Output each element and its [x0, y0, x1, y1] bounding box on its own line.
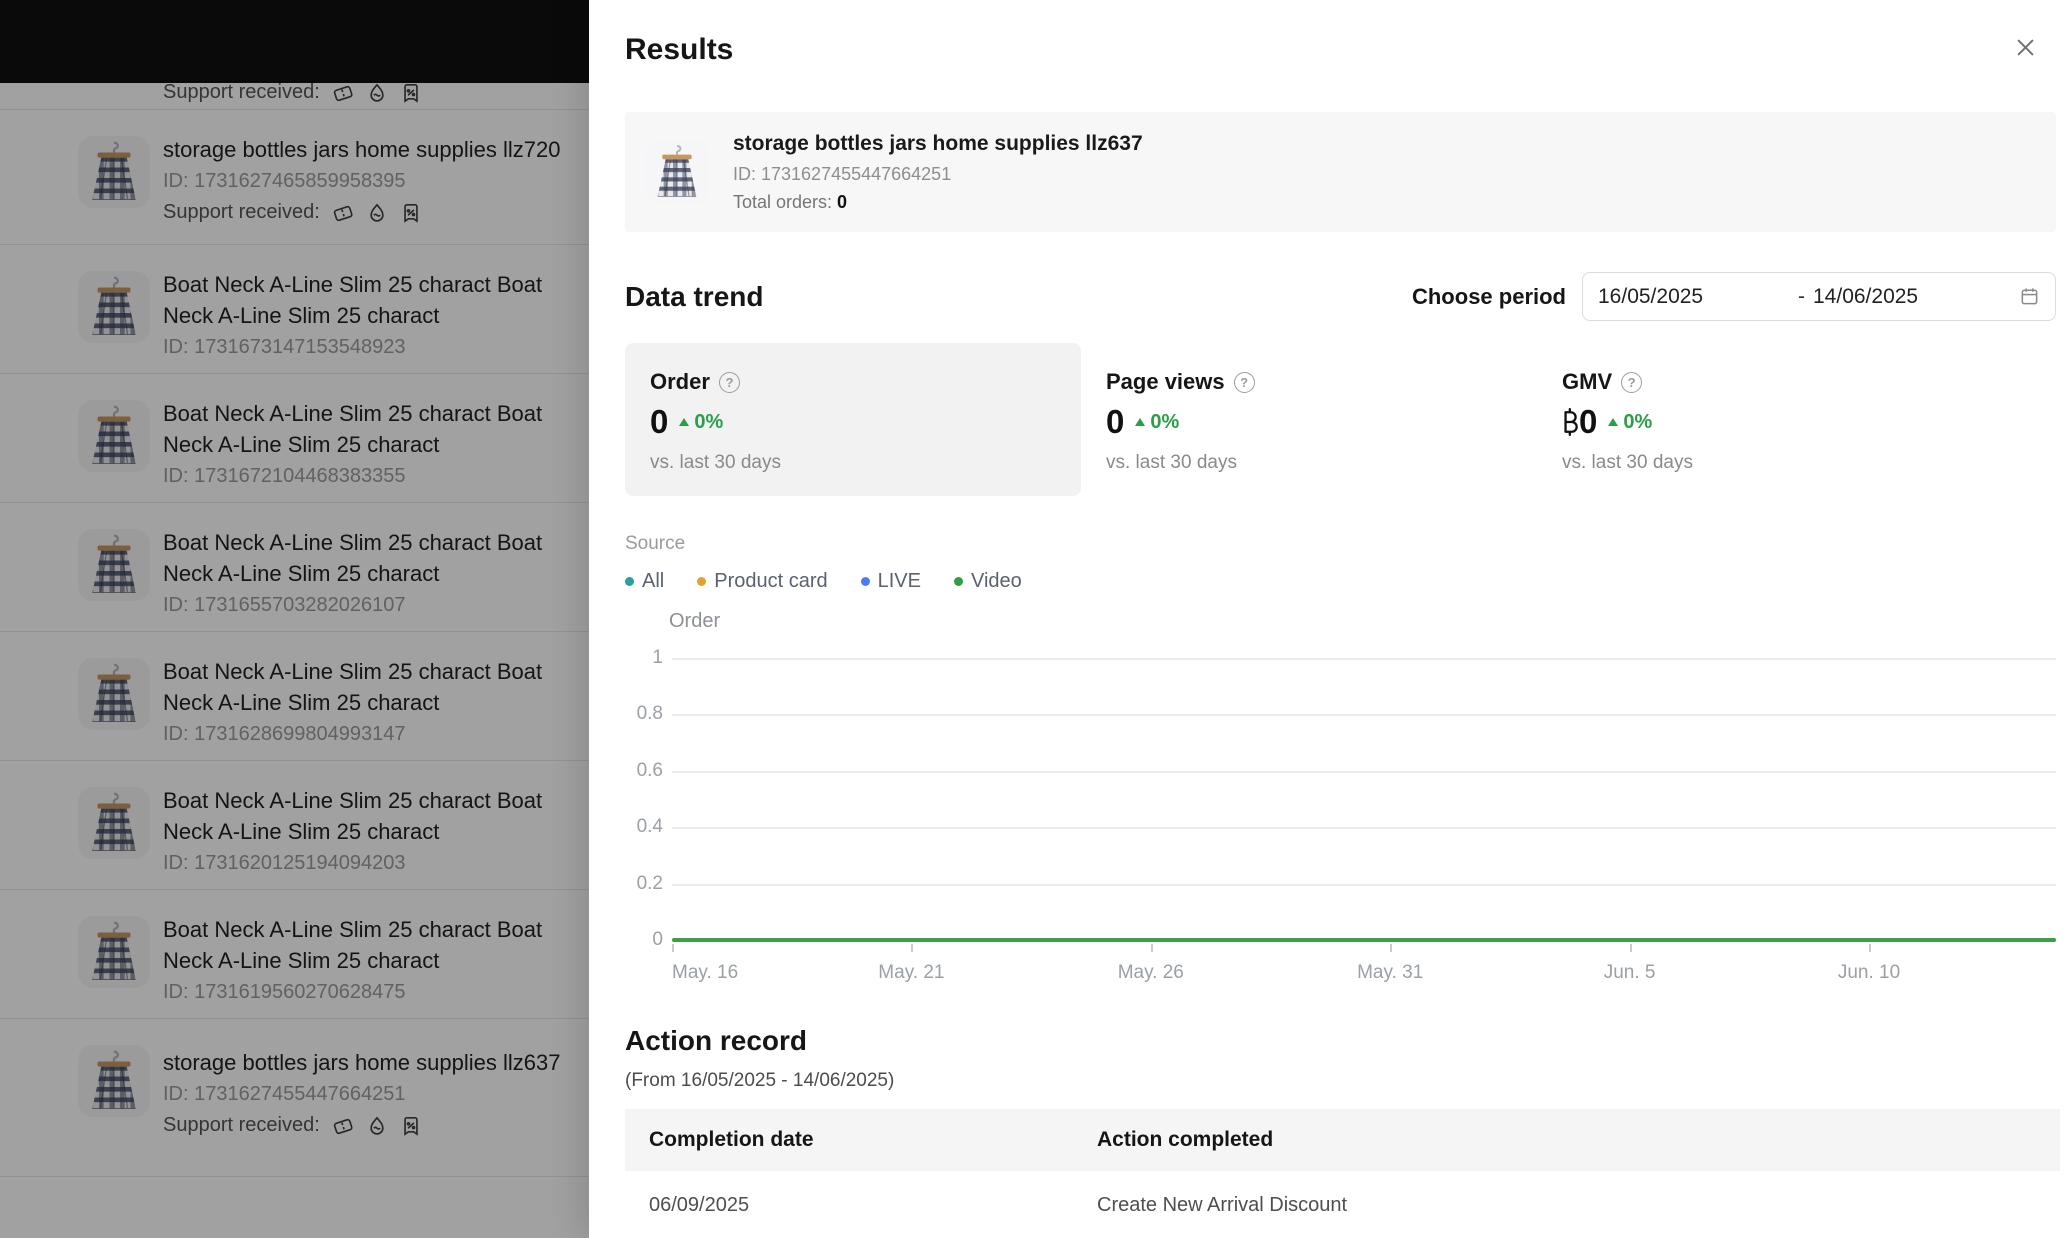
action-record-period: (From 16/05/2025 - 14/06/2025) — [625, 1070, 895, 1091]
action-record-table: Completion date Action completed 06/09/2… — [625, 1109, 2060, 1238]
legend-dot-icon — [697, 577, 707, 586]
action-record-heading: Action record — [625, 1025, 808, 1056]
legend-label: Product card — [714, 570, 828, 592]
order-metric-value: 0 — [650, 403, 669, 440]
arrow-up-icon — [679, 418, 690, 426]
help-icon[interactable]: ? — [718, 371, 740, 393]
legend-item-live[interactable]: LIVE — [860, 570, 921, 593]
legend-dot-icon — [953, 577, 963, 586]
gmv-metric-label: GMV — [1562, 369, 1613, 394]
column-action-completed: Action completed — [1097, 1128, 1274, 1151]
product-id: ID: 1731627455447664251 — [733, 164, 952, 184]
choose-period-label: Choose period — [1411, 283, 1566, 309]
help-icon[interactable]: ? — [1233, 371, 1255, 393]
y-axis-tick-label: 0.8 — [636, 703, 663, 725]
chart-gridline — [672, 770, 2056, 773]
completion-date-cell: 06/09/2025 — [649, 1193, 750, 1216]
help-icon[interactable]: ? — [1621, 371, 1643, 393]
page-views-metric-label: Page views — [1106, 369, 1225, 394]
x-axis-tick-label: May. 26 — [1117, 962, 1184, 983]
period-separator: - — [1798, 284, 1805, 308]
page-views-metric-delta: 0% — [1150, 410, 1180, 433]
table-header-row: Completion date Action completed — [625, 1109, 2060, 1171]
metric-cards: Order? 0 0% vs. last 30 days Page views?… — [625, 343, 2056, 496]
source-legend: All Product card LIVE Video — [625, 570, 2056, 593]
legend-item-all[interactable]: All — [625, 570, 664, 593]
compare-period-text: vs. last 30 days — [1106, 452, 1237, 473]
y-axis-tick-label: 0.2 — [636, 872, 663, 894]
x-axis-tick-label: Jun. 5 — [1603, 962, 1656, 983]
results-drawer: Results storage bottles jars home suppli… — [589, 0, 2072, 1238]
x-axis-tick — [672, 944, 674, 952]
chart-gridline — [672, 883, 2056, 886]
compare-period-text: vs. last 30 days — [650, 452, 781, 473]
arrow-up-icon — [1608, 418, 1619, 426]
period-start-value: 16/05/2025 — [1598, 284, 1704, 308]
product-name: storage bottles jars home supplies llz63… — [733, 132, 1143, 155]
y-axis-tick-label: 0.4 — [636, 816, 663, 838]
chart-gridline — [672, 714, 2056, 717]
y-axis-tick-label: 0.6 — [636, 759, 663, 781]
x-axis-tick-label: May. 31 — [1357, 962, 1424, 983]
date-range-input[interactable]: 16/05/2025 - 14/06/2025 — [1582, 272, 2056, 321]
x-axis-tick — [1150, 944, 1153, 952]
legend-item-product-card[interactable]: Product card — [697, 570, 828, 593]
x-axis-tick — [1629, 944, 1632, 952]
total-orders: Total orders: 0 — [733, 191, 1143, 213]
chart-data-line — [672, 938, 2056, 942]
total-orders-value: 0 — [837, 192, 848, 212]
y-axis-tick-label: 1 — [652, 647, 663, 668]
x-axis-tick-label: Jun. 10 — [1837, 962, 1901, 983]
product-thumbnail-skirt-image — [645, 140, 709, 204]
metric-card-gmv[interactable]: GMV? 0 0% vs. last 30 days — [1537, 343, 1993, 496]
data-trend-heading: Data trend — [625, 280, 764, 312]
order-metric-label: Order — [650, 369, 710, 394]
action-completed-cell: Create New Arrival Discount — [1097, 1193, 1348, 1216]
compare-period-text: vs. last 30 days — [1562, 452, 1693, 473]
x-axis-tick-label: May. 16 — [672, 962, 739, 983]
calendar-icon[interactable] — [2019, 286, 2040, 307]
x-axis-tick — [1390, 944, 1393, 952]
legend-label: LIVE — [877, 570, 921, 592]
close-button[interactable] — [2014, 38, 2036, 60]
legend-label: All — [642, 570, 665, 592]
chart-gridline — [672, 658, 2056, 660]
order-chart: 1 0.8 0.6 0.4 0.2 0 May. 16 May. 21 May. 26 May. … — [625, 647, 2056, 983]
y-axis-tick-label: 0 — [652, 929, 663, 950]
legend-item-video[interactable]: Video — [953, 570, 1022, 593]
column-completion-date: Completion date — [649, 1128, 814, 1151]
legend-dot-icon — [625, 577, 634, 586]
product-summary-card: storage bottles jars home supplies llz63… — [625, 112, 2056, 232]
chart-y-axis-title: Order — [669, 610, 721, 632]
x-axis-tick-label: May. 21 — [878, 962, 945, 983]
x-axis-tick — [1869, 944, 1871, 952]
table-row: 06/09/2025 Create New Arrival Discount — [625, 1171, 2060, 1238]
legend-dot-icon — [860, 577, 870, 586]
drawer-title: Results — [625, 33, 734, 66]
chart-gridline — [672, 827, 2056, 830]
metric-card-page-views[interactable]: Page views? 0 0% vs. last 30 days — [1081, 343, 1537, 496]
arrow-up-icon — [1135, 418, 1146, 426]
order-metric-delta: 0% — [694, 410, 724, 433]
page-views-metric-value: 0 — [1106, 403, 1125, 440]
x-axis-tick — [911, 944, 914, 952]
source-label: Source — [625, 533, 686, 554]
gmv-metric-delta: 0% — [1623, 410, 1653, 433]
legend-label: Video — [970, 570, 1022, 592]
metric-card-order[interactable]: Order? 0 0% vs. last 30 days — [625, 343, 1081, 496]
gmv-metric-value: 0 — [1562, 403, 1597, 441]
baht-icon — [1562, 407, 1578, 437]
period-end-value: 14/06/2025 — [1813, 284, 1919, 308]
total-orders-label: Total orders: — [733, 192, 833, 212]
close-icon — [2017, 39, 2034, 56]
